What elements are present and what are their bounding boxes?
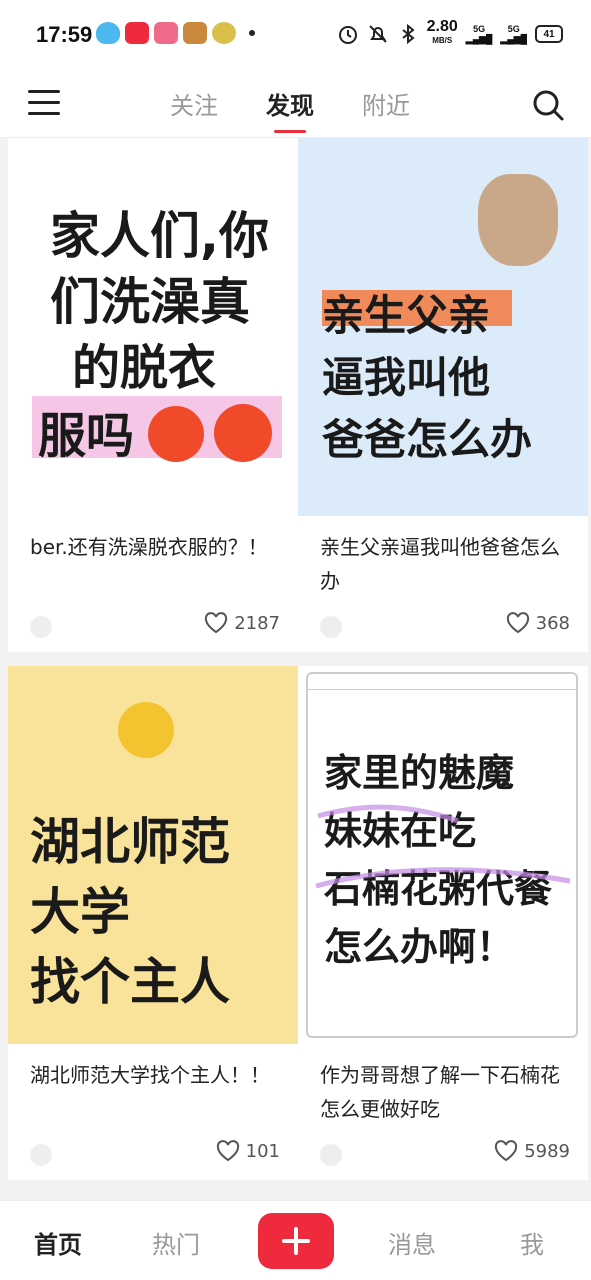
speed-value: 2.80 [426,18,458,35]
like-button[interactable]: 368 [506,612,570,634]
note-footer: 368 [298,604,588,652]
note-footer: 5989 [298,1132,588,1180]
tab-nearby[interactable]: 附近 [362,86,410,133]
like-button[interactable]: 5989 [494,1140,570,1162]
note-card[interactable]: 家里的魅魔 妹妹在吃 石楠花粥代餐 怎么办啊！ 作为哥哥想了解一下石楠花怎么更做… [298,666,588,1180]
note-card[interactable]: 湖北师范 大学 找个主人 湖北师范大学找个主人！！ 101 [8,666,298,1180]
note-card[interactable]: 亲生父亲 逼我叫他 爸爸怎么办 亲生父亲逼我叫他爸爸怎么办 368 [298,138,588,652]
cover-text-line: 大学 [30,883,130,941]
speed-unit: MB/S [432,36,453,45]
note-feed: 家人们,你 们洗澡真 的脱衣 服吗 ber.还有洗澡脱衣服的？！ 2187 亲生… [0,138,591,1200]
cover-text-line: 家人们,你 [50,207,269,265]
note-title: ber.还有洗澡脱衣服的？！ [30,535,268,559]
note-card[interactable]: 家人们,你 们洗澡真 的脱衣 服吗 ber.还有洗澡脱衣服的？！ 2187 [8,138,298,652]
game-avatar-icon [183,22,207,44]
battery-icon: 41 [535,25,563,43]
cover-text-line: 怎么办啊！ [324,925,515,969]
like-button[interactable]: 101 [216,1140,280,1162]
feed-tabs: 关注 发现 附近 [170,86,410,133]
note-cover: 家里的魅魔 妹妹在吃 石楠花粥代餐 怎么办啊！ [298,666,588,1044]
statue-head-image [478,174,558,266]
hot-face-emoji-icon [148,406,204,462]
cover-text-line: 服吗 [38,408,135,464]
alarm-icon [337,23,359,45]
nav-me[interactable]: 我 [520,1225,544,1260]
bottom-nav: 首页 热门 消息 我 [0,1200,591,1280]
cover-text-line: 们洗澡真 [50,273,250,331]
more-dot-icon [249,30,255,36]
menu-icon[interactable] [28,90,60,116]
author-avatar[interactable] [30,1144,52,1166]
search-icon[interactable] [531,88,565,122]
tab-follow[interactable]: 关注 [170,86,218,133]
signal-1: 5G ▂▄▆█ [465,24,493,44]
nav-home[interactable]: 首页 [34,1225,82,1260]
like-count: 5989 [524,1140,570,1162]
status-time: 17:59 [36,22,93,47]
window-titlebar [308,674,576,690]
game-icon [154,22,178,44]
xiaohongshu-icon [125,22,149,44]
signal-2: 5G ▂▄▆█ [500,24,527,44]
nav-messages[interactable]: 消息 [388,1225,436,1260]
heart-icon [216,1140,239,1162]
silent-icon [367,23,389,45]
status-indicators: 2.80 MB/S 5G ▂▄▆█ 5G ▂▄▆█ 41 [337,18,563,48]
bowing-person-emoji-icon [118,702,174,758]
note-cover: 家人们,你 们洗澡真 的脱衣 服吗 [8,138,298,516]
cover-text-line: 爸爸怎么办 [322,415,533,464]
network-speed: 2.80 MB/S [426,18,458,48]
status-bar: 17:59 2.80 MB/S 5G ▂▄▆█ 5G ▂▄▆█ 41 [0,0,591,68]
cover-text-line: 的脱衣 [72,340,217,396]
like-count: 368 [535,612,570,634]
status-app-icons [96,22,255,44]
author-avatar[interactable] [320,616,342,638]
battery-level: 41 [543,28,555,40]
heart-icon [205,612,228,634]
signal-1-label: 5G [473,24,486,34]
like-count: 101 [245,1140,280,1162]
cover-text-line: 逼我叫他 [322,353,491,402]
music-icon [212,22,236,44]
heart-icon [506,612,529,634]
like-button[interactable]: 2187 [204,612,280,634]
nav-hot[interactable]: 热门 [152,1225,200,1260]
like-count: 2187 [234,612,280,634]
cover-text-line: 找个主人 [30,953,230,1011]
note-title: 湖北师范大学找个主人！！ [30,1063,270,1087]
note-footer: 101 [8,1132,298,1180]
signal-2-label: 5G [507,24,520,34]
purple-scribble-icon [315,804,571,889]
author-avatar[interactable] [30,616,52,638]
cover-text-line: 湖北师范 [30,813,230,871]
cover-text-line: 亲生父亲 [322,291,491,340]
note-title: 作为哥哥想了解一下石楠花怎么更做好吃 [320,1063,560,1121]
hot-face-emoji-icon [214,404,272,462]
heart-icon [495,1140,518,1162]
note-cover: 湖北师范 大学 找个主人 [8,666,298,1044]
top-nav: 关注 发现 附近 [0,68,591,138]
bluetooth-icon [397,23,419,45]
tab-discover[interactable]: 发现 [266,86,314,133]
publish-plus-button[interactable] [258,1213,334,1269]
note-cover: 亲生父亲 逼我叫他 爸爸怎么办 [298,138,588,516]
note-title: 亲生父亲逼我叫他爸爸怎么办 [320,535,560,593]
qq-icon [96,22,120,44]
author-avatar[interactable] [320,1144,342,1166]
note-footer: 2187 [8,604,298,652]
